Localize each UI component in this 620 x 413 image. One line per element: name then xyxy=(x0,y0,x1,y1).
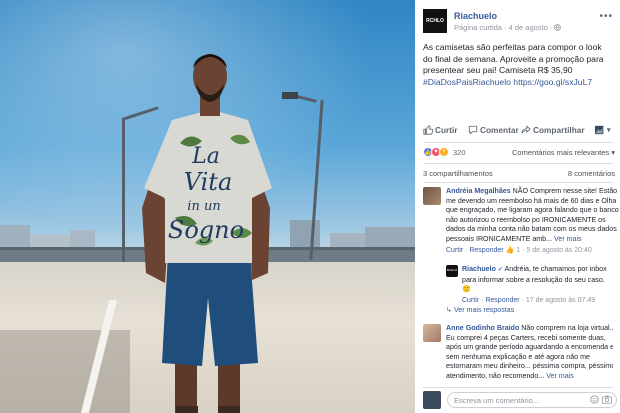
commenter-name[interactable]: Anne Godinho Braido xyxy=(446,324,519,332)
write-comment-bar xyxy=(423,391,617,409)
chevron-down-icon: ▾ xyxy=(607,127,611,134)
shirt-text-4: Sogno xyxy=(168,216,244,244)
shirt-text-3: in un xyxy=(187,199,220,214)
page-logo[interactable]: RCHLO xyxy=(423,9,447,33)
avatar[interactable] xyxy=(423,324,441,342)
reactions-bar: 👍 ♥ • 320 Comentários mais relevantes ▾ xyxy=(423,147,615,161)
model-figure: La Vita in un Sogno xyxy=(142,54,272,413)
comment-item: Anne Godinho Braido Não comprem na loja … xyxy=(423,324,613,388)
reply-reply-link[interactable]: Responder xyxy=(485,297,519,304)
page-selector[interactable]: ▾ xyxy=(595,125,611,135)
shirt-text-1: La xyxy=(191,144,220,169)
emoji-icon[interactable] xyxy=(590,395,599,404)
promo-link[interactable]: https://goo.gl/sxJuL7 xyxy=(513,77,592,87)
post-photo[interactable]: La Vita in un Sogno xyxy=(0,0,415,413)
page-name-link[interactable]: Riachuelo xyxy=(454,11,497,21)
like-label: Curtir xyxy=(435,125,458,135)
comment-footer: Curtir · Responder 👍 1 · 5 de agosto às … xyxy=(446,246,592,254)
lamp-post-left xyxy=(122,120,125,265)
divider-comments xyxy=(423,182,613,183)
shirt-text-2: Vita xyxy=(184,168,233,196)
comments-count[interactable]: 8 comentários xyxy=(568,169,615,178)
divider-bottom xyxy=(423,387,613,388)
comment-reply-link[interactable]: Responder xyxy=(469,247,503,254)
see-more-link[interactable]: Ver mais xyxy=(546,372,574,380)
divider-mid xyxy=(423,163,613,164)
avatar xyxy=(423,391,441,409)
replier-name[interactable]: Riachuelo xyxy=(462,265,496,273)
post-sidebar: RCHLO Riachuelo Página curtida · 4 de ag… xyxy=(415,0,620,413)
comment-icon xyxy=(468,125,478,135)
post-caption: As camisetas são perfeitas para compor o… xyxy=(423,42,613,88)
reply-arrow-icon: ↳ xyxy=(446,306,452,314)
reply-body: Riachuelo ✔ Andréia, te chamamos por inb… xyxy=(462,265,612,305)
like-button[interactable]: Curtir xyxy=(423,125,458,135)
share-button[interactable]: Compartilhar xyxy=(521,125,585,135)
divider-top xyxy=(423,142,613,143)
see-more-link[interactable]: Ver mais xyxy=(554,235,582,243)
post-actions: Curtir Comentar Compartilhar ▾ xyxy=(423,124,615,140)
comment-time[interactable]: 5 de agosto às 20:40 xyxy=(526,247,591,254)
comment-label: Comentar xyxy=(480,125,519,135)
commenter-name[interactable]: Andréia Megalhães xyxy=(446,187,511,195)
more-replies-link[interactable]: ↳ Ver mais respostas xyxy=(446,306,616,318)
reaction-icons[interactable]: 👍 ♥ • xyxy=(423,147,449,157)
comment-button[interactable]: Comentar xyxy=(468,125,519,135)
thumbs-up-icon: 👍 xyxy=(505,246,515,254)
page-logo-text: RCHLO xyxy=(426,17,444,24)
comment-like-link[interactable]: Curtir xyxy=(446,247,463,254)
avatar[interactable] xyxy=(423,187,441,205)
comment-body: Andréia Megalhães NÃO Comprem nesse site… xyxy=(446,187,620,255)
post-meta-text: Página curtida · 4 de agosto · xyxy=(454,23,555,32)
comment-like-count: 1 xyxy=(516,246,521,254)
comment-item: Andréia Megalhães NÃO Comprem nesse site… xyxy=(423,187,619,277)
avatar[interactable]: RCHLO xyxy=(446,265,458,277)
reply-logo-text: RCHLO xyxy=(446,268,458,273)
more-options-icon[interactable]: ••• xyxy=(599,11,613,22)
comment-body: Anne Godinho Braido Não comprem na loja … xyxy=(446,324,613,382)
post-header: RCHLO Riachuelo Página curtida · 4 de ag… xyxy=(423,9,613,37)
globe-icon xyxy=(554,24,562,31)
comment-sort-dropdown[interactable]: Comentários mais relevantes ▾ xyxy=(512,148,615,157)
more-replies-label: Ver mais respostas xyxy=(453,306,515,314)
page-avatar-icon xyxy=(595,125,604,135)
shares-count[interactable]: 3 compartilhamentos xyxy=(423,169,493,178)
share-label: Compartilhar xyxy=(533,125,585,135)
camera-icon[interactable] xyxy=(602,395,612,404)
reply-item: RCHLO Riachuelo ✔ Andréia, te chamamos p… xyxy=(446,265,616,305)
reply-time[interactable]: 17 de agosto às 07:49 xyxy=(526,297,595,304)
reply-like-link[interactable]: Curtir xyxy=(462,297,479,304)
post-meta: Página curtida · 4 de agosto · xyxy=(454,23,562,32)
road-shadow xyxy=(0,330,130,413)
verified-badge-icon: ✔ xyxy=(497,267,503,273)
hashtag-link[interactable]: #DiaDosPaisRiachuelo xyxy=(423,77,511,87)
thumbs-up-icon xyxy=(423,125,433,135)
wow-reaction-icon: • xyxy=(439,147,449,157)
lamp-head-right xyxy=(282,92,298,99)
comment-text: NÃO Comprem nesse site! Estão me devendo… xyxy=(446,187,619,243)
share-icon xyxy=(521,125,531,134)
reaction-count[interactable]: 320 xyxy=(453,148,466,157)
post-caption-text: As camisetas são perfeitas para compor o… xyxy=(423,42,604,75)
comment-text: Não comprem na loja virtual... Eu compre… xyxy=(446,324,613,380)
reply-footer: Curtir · Responder · 17 de agosto às 07:… xyxy=(462,296,596,304)
